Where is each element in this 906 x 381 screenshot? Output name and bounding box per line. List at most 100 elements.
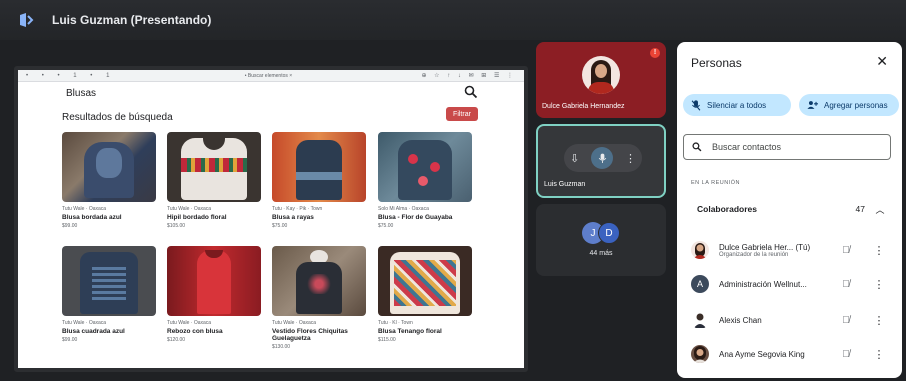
product-price: $105.00 bbox=[167, 223, 186, 229]
product-name: Rebozo con blusa bbox=[167, 328, 223, 335]
product-image bbox=[167, 132, 261, 202]
collaborators-header[interactable]: Colaboradores 47 ︿ bbox=[685, 198, 895, 220]
close-icon[interactable]: ✕ bbox=[876, 53, 888, 70]
add-people-button[interactable]: Agregar personas bbox=[799, 94, 899, 116]
section-label: EN LA REUNIÓN bbox=[691, 180, 740, 186]
person-name: Ana Ayme Segovia King bbox=[719, 349, 805, 359]
browser-toolbar: • • • 1 • 1 • Buscar elementos × ⊕ ☆ ↑ ↓… bbox=[18, 70, 524, 82]
mute-all-button[interactable]: Silenciar a todos bbox=[683, 94, 791, 116]
participant-tile-more[interactable]: J D 44 más bbox=[536, 204, 666, 276]
product-price: $75.00 bbox=[378, 223, 394, 229]
site-title: Blusas bbox=[66, 88, 97, 99]
list-item[interactable]: Dulce Gabriela Her... (Tú) Organizador d… bbox=[691, 238, 897, 262]
product-image bbox=[272, 246, 366, 316]
avatar bbox=[582, 56, 620, 94]
filter-button[interactable]: Filtrar bbox=[446, 107, 478, 121]
product-card[interactable]: Tutu · Kay · Pik · Town Blusa a rayas $7… bbox=[272, 132, 366, 229]
product-name: Blusa - Flor de Guayaba bbox=[378, 214, 453, 221]
list-item[interactable]: Ana Ayme Segovia King 🎙̸ ⋮ bbox=[691, 342, 897, 366]
more-participants-label: 44 más bbox=[589, 250, 613, 257]
product-name: Vestido Flores Chiquitas Guelaguetza bbox=[272, 328, 348, 342]
avatar bbox=[691, 345, 709, 363]
product-name: Blusa Tenango floral bbox=[378, 328, 442, 335]
product-image bbox=[378, 132, 472, 202]
product-card[interactable]: Solo Mi Alma · Oaxaca Blusa - Flor de Gu… bbox=[378, 132, 472, 229]
person-name: Administración Wellnut... bbox=[719, 279, 807, 289]
product-price: $99.00 bbox=[62, 223, 78, 229]
panel-title: Personas bbox=[691, 56, 742, 70]
more-options-icon[interactable]: ⋮ bbox=[869, 244, 889, 257]
mic-off-icon[interactable]: 🎙̸ bbox=[837, 245, 855, 256]
site-header: Blusas bbox=[18, 82, 524, 106]
browser-tab: • Buscar elementos × bbox=[244, 72, 293, 79]
browser-icons: ⊕ ☆ ↑ ↓ ✉ ⊞ ☰ ⋮ bbox=[421, 73, 516, 79]
list-item[interactable]: A Administración Wellnut... 🎙̸ ⋮ bbox=[691, 272, 897, 296]
product-price: $115.00 bbox=[378, 337, 396, 343]
avatar-stack: J D bbox=[582, 222, 622, 244]
product-brand: Tutu · Kay · Pik · Town bbox=[272, 206, 323, 212]
product-name: Blusa cuadrada azul bbox=[62, 328, 125, 335]
product-brand: Tutu Wale · Oaxaca bbox=[272, 320, 317, 326]
product-card[interactable]: Tutu Wale · Oaxaca Vestido Flores Chiqui… bbox=[272, 246, 366, 350]
tile-controls[interactable]: ⇩ ⋮ bbox=[564, 144, 642, 172]
product-name: Blusa a rayas bbox=[272, 214, 314, 221]
product-image bbox=[272, 132, 366, 202]
participant-tile-luis[interactable]: ⇩ ⋮ Luis Guzman bbox=[536, 124, 666, 198]
results-title: Resultados de búsqueda bbox=[62, 112, 173, 123]
person-text: Dulce Gabriela Her... (Tú) Organizador d… bbox=[719, 243, 829, 258]
top-bar: Luis Guzman (Presentando) bbox=[0, 0, 906, 40]
avatar bbox=[691, 241, 709, 259]
list-item[interactable]: Alexis Chan 🎙̸ ⋮ bbox=[691, 308, 897, 332]
avatar bbox=[691, 311, 709, 329]
add-people-label: Agregar personas bbox=[824, 100, 888, 110]
more-options-icon[interactable]: ⋮ bbox=[869, 348, 889, 361]
person-text: Ana Ayme Segovia King bbox=[719, 350, 829, 359]
mic-off-icon[interactable]: 🎙̸ bbox=[837, 349, 855, 360]
product-price: $130.00 bbox=[272, 344, 291, 350]
person-name: Dulce Gabriela Her... (Tú) bbox=[719, 242, 811, 252]
contacts-search-input[interactable]: Buscar contactos bbox=[683, 134, 891, 160]
product-name: Hipil bordado floral bbox=[167, 214, 227, 221]
product-brand: Solo Mi Alma · Oaxaca bbox=[378, 206, 429, 212]
product-image bbox=[62, 132, 156, 202]
search-icon[interactable] bbox=[464, 85, 478, 99]
avatar: A bbox=[691, 275, 709, 293]
product-name: Blusa bordada azul bbox=[62, 214, 122, 221]
more-options-icon[interactable]: ⋮ bbox=[625, 152, 636, 165]
mic-off-icon bbox=[691, 99, 701, 111]
search-placeholder: Buscar contactos bbox=[712, 142, 782, 152]
chevron-up-icon[interactable]: ︿ bbox=[865, 203, 895, 216]
product-image bbox=[167, 246, 261, 316]
mic-off-icon[interactable]: 🎙̸ bbox=[837, 279, 855, 290]
microphone-icon[interactable] bbox=[591, 147, 614, 169]
alert-badge: ! bbox=[650, 48, 660, 58]
mic-off-icon[interactable]: 🎙̸ bbox=[837, 315, 855, 326]
collaborators-count: 47 bbox=[855, 204, 865, 214]
product-card[interactable]: Tutu Wale · Oaxaca Blusa cuadrada azul $… bbox=[62, 246, 156, 343]
person-add-icon bbox=[807, 101, 818, 109]
mute-all-label: Silenciar a todos bbox=[707, 100, 767, 110]
product-price: $120.00 bbox=[167, 337, 186, 343]
product-brand: Tutu · Kl · Town bbox=[378, 320, 413, 326]
participant-name: Luis Guzman bbox=[544, 181, 586, 188]
product-brand: Tutu Wale · Oaxaca bbox=[167, 206, 212, 212]
participant-tile-dulce[interactable]: ! Dulce Gabriela Hernandez bbox=[536, 42, 666, 118]
person-role: Organizador de la reunión bbox=[719, 251, 789, 258]
product-card[interactable]: Tutu · Kl · Town Blusa Tenango floral $1… bbox=[378, 246, 472, 343]
more-options-icon[interactable]: ⋮ bbox=[869, 314, 889, 327]
person-text: Administración Wellnut... bbox=[719, 280, 829, 289]
avatar: D bbox=[598, 222, 620, 244]
people-panel: Personas ✕ Silenciar a todos Agregar per… bbox=[677, 42, 902, 378]
more-options-icon[interactable]: ⋮ bbox=[869, 278, 889, 291]
shared-screen[interactable]: • • • 1 • 1 • Buscar elementos × ⊕ ☆ ↑ ↓… bbox=[14, 66, 528, 372]
presenting-icon bbox=[18, 12, 40, 28]
product-image bbox=[378, 246, 472, 316]
product-card[interactable]: Tutu Wale · Oaxaca Hipil bordado floral … bbox=[167, 132, 261, 229]
product-card[interactable]: Tutu Wale · Oaxaca Rebozo con blusa $120… bbox=[167, 246, 261, 343]
browser-nav: • • • 1 • 1 bbox=[26, 72, 116, 79]
pin-icon[interactable]: ⇩ bbox=[570, 152, 579, 165]
person-name: Alexis Chan bbox=[719, 315, 762, 325]
person-text: Alexis Chan bbox=[719, 316, 829, 325]
product-card[interactable]: Tutu Wale · Oaxaca Blusa bordada azul $9… bbox=[62, 132, 156, 229]
search-icon bbox=[692, 142, 702, 152]
